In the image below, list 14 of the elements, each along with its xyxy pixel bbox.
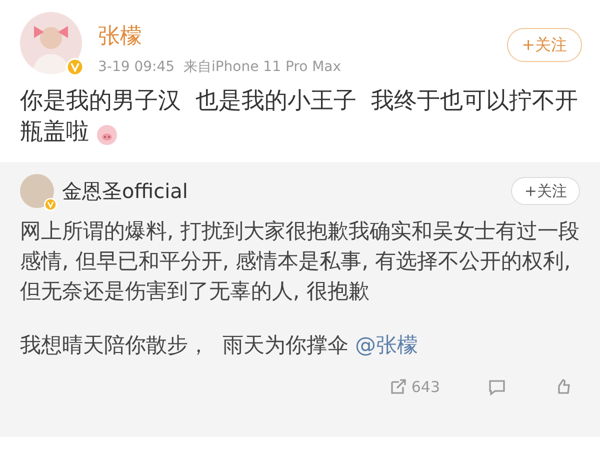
share-icon[interactable] — [389, 378, 408, 396]
post-text: 你是我的男子汉 也是我的小王子 我终于也可以拧不开瓶盖啦 — [20, 87, 580, 148]
share-count: 643 — [411, 377, 440, 398]
mention-link[interactable]: @张檬 — [355, 333, 418, 357]
repost-text: 网上所谓的爆料, 打扰到大家很抱歉我确实和吴女士有过一段感情, 但早已和平分开, 感情本是私事, 有选择不公开的权利, 但无奈还是伤害到了无辜的人, 很抱歉 — [20, 218, 580, 305]
author-name[interactable]: 金恩圣official — [62, 176, 504, 206]
post-meta: 3-19 09:45 来自iPhone 11 Pro Max — [98, 58, 342, 77]
avatar[interactable] — [20, 174, 54, 208]
author-name[interactable]: 张檬 — [98, 20, 491, 53]
pig-emoji-icon — [95, 123, 119, 146]
comment-icon[interactable] — [488, 378, 506, 396]
follow-button[interactable]: +关注 — [506, 28, 582, 62]
follow-button[interactable]: +关注 — [511, 176, 580, 206]
repost-text: 我想晴天陪你散步， 雨天为你撑伞 @张檬 — [20, 332, 420, 359]
